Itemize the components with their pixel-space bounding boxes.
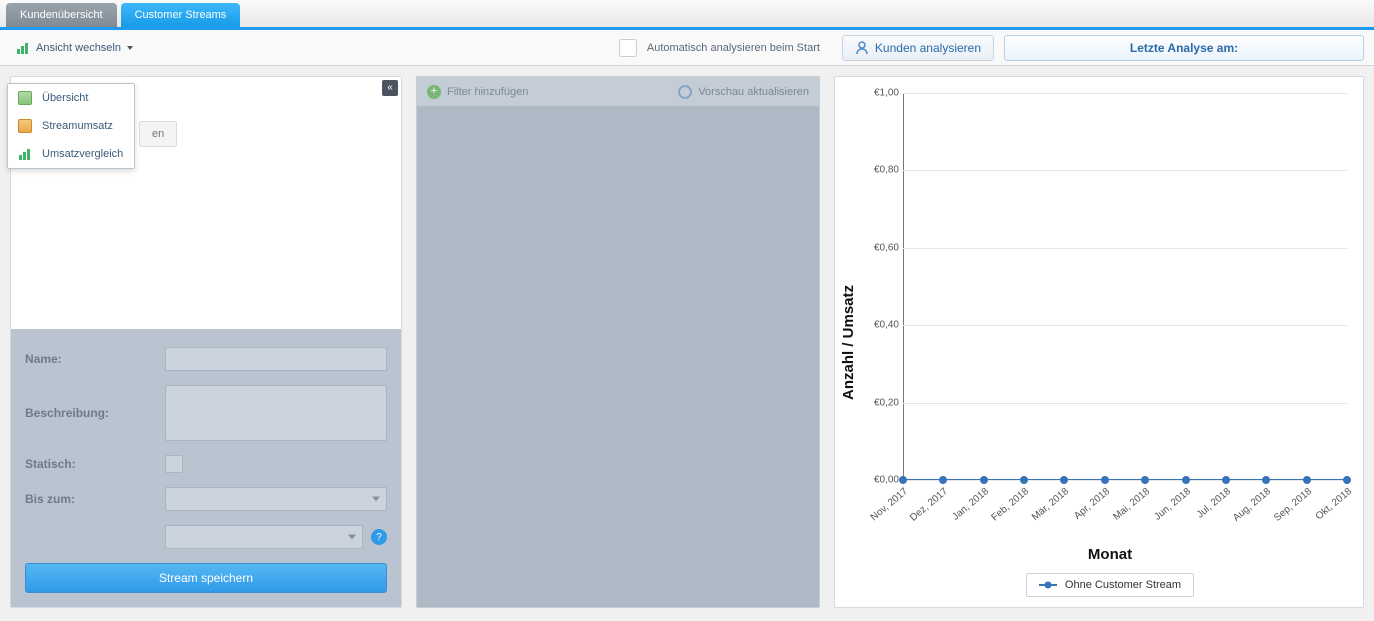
chart-x-ticks: Nov, 2017Dez, 2017Jan, 2018Feb, 2018Mär,… xyxy=(903,480,1347,544)
x-tick-label: Okt, 2018 xyxy=(1314,486,1354,522)
chart-plot-area: €0,00€0,20€0,40€0,60€0,80€1,00 xyxy=(903,93,1347,480)
x-tick-label: Mär, 2018 xyxy=(1030,486,1071,523)
y-tick-label: €0,40 xyxy=(861,320,899,331)
gridline xyxy=(903,93,1347,94)
menu-item-label: Streamumsatz xyxy=(42,120,113,132)
analyze-icon xyxy=(855,41,869,55)
legend-label: Ohne Customer Stream xyxy=(1065,579,1181,591)
auto-analyze-checkbox[interactable] xyxy=(619,39,637,57)
x-tick-label: Feb, 2018 xyxy=(990,486,1032,523)
y-tick-label: €0,20 xyxy=(861,397,899,408)
refresh-preview-label: Vorschau aktualisieren xyxy=(698,86,809,98)
x-tick-label: Apr, 2018 xyxy=(1072,486,1112,522)
filter-panel: + Filter hinzufügen Vorschau aktualisier… xyxy=(416,76,820,608)
add-filter-label: Filter hinzufügen xyxy=(447,86,528,98)
content: en Übersicht Streamumsatz Umsatzvergleic… xyxy=(0,66,1374,618)
stream-list-area: en Übersicht Streamumsatz Umsatzvergleic… xyxy=(11,77,401,329)
chart-y-axis-label: Anzahl / Umsatz xyxy=(841,284,858,399)
bar-chart-icon xyxy=(16,41,30,55)
chart-x-axis-label: Monat xyxy=(863,546,1357,563)
chart-legend: Ohne Customer Stream xyxy=(1026,573,1194,597)
filter-toolbar: + Filter hinzufügen Vorschau aktualisier… xyxy=(417,77,819,107)
x-tick-label: Nov, 2017 xyxy=(869,486,910,523)
name-input[interactable] xyxy=(165,347,387,371)
x-tick-label: Jul, 2018 xyxy=(1195,486,1233,521)
y-tick-label: €1,00 xyxy=(861,88,899,99)
last-analysis-button[interactable]: Letzte Analyse am: xyxy=(1004,35,1364,61)
y-tick-label: €0,60 xyxy=(861,242,899,253)
add-filter-button[interactable]: + Filter hinzufügen xyxy=(427,85,534,99)
tab-customer-overview[interactable]: Kundenübersicht xyxy=(6,3,117,27)
y-axis-line xyxy=(903,93,904,480)
auto-analyze-label: Automatisch analysieren beim Start xyxy=(647,42,820,54)
x-tick-label: Jun, 2018 xyxy=(1152,486,1193,523)
stream-form: Name: Beschreibung: Statisch: Bis zum: ?… xyxy=(11,329,401,607)
tab-customer-streams[interactable]: Customer Streams xyxy=(121,3,241,27)
bar-chart-icon xyxy=(18,147,32,161)
gridline xyxy=(903,248,1347,249)
until-label: Bis zum: xyxy=(25,492,165,506)
line-chart-icon xyxy=(18,119,32,133)
view-switch-dropdown[interactable]: Ansicht wechseln xyxy=(10,37,139,59)
menu-item-stream-revenue[interactable]: Streamumsatz xyxy=(8,112,134,140)
menu-item-label: Übersicht xyxy=(42,92,88,104)
save-stream-button[interactable]: Stream speichern xyxy=(25,563,387,593)
menu-item-overview[interactable]: Übersicht xyxy=(8,84,134,112)
gridline xyxy=(903,170,1347,171)
x-tick-label: Mai, 2018 xyxy=(1112,486,1153,523)
secondary-combo[interactable] xyxy=(165,525,363,549)
collapse-handle[interactable] xyxy=(382,80,398,96)
analyze-customers-button[interactable]: Kunden analysieren xyxy=(842,35,994,61)
chart-panel: Anzahl / Umsatz €0,00€0,20€0,40€0,60€0,8… xyxy=(834,76,1364,608)
menu-item-revenue-compare[interactable]: Umsatzvergleich xyxy=(8,140,134,168)
chevron-down-icon xyxy=(127,46,133,50)
static-label: Statisch: xyxy=(25,457,165,471)
toolbar: Ansicht wechseln Automatisch analysieren… xyxy=(0,30,1374,66)
gridline xyxy=(903,403,1347,404)
x-tick-label: Aug, 2018 xyxy=(1231,486,1273,524)
refresh-icon xyxy=(678,85,692,99)
menu-item-label: Umsatzvergleich xyxy=(42,148,123,160)
gridline xyxy=(903,325,1347,326)
refresh-preview-button[interactable]: Vorschau aktualisieren xyxy=(678,85,809,99)
y-tick-label: €0,00 xyxy=(861,475,899,486)
description-label: Beschreibung: xyxy=(25,406,165,420)
x-tick-label: Jan, 2018 xyxy=(950,486,991,523)
left-panel: en Übersicht Streamumsatz Umsatzvergleic… xyxy=(10,76,402,608)
until-date-combo[interactable] xyxy=(165,487,387,511)
static-checkbox[interactable] xyxy=(165,455,183,473)
help-icon[interactable]: ? xyxy=(371,529,387,545)
x-tick-label: Sep, 2018 xyxy=(1272,486,1314,524)
view-switch-menu: Übersicht Streamumsatz Umsatzvergleich xyxy=(7,83,135,169)
view-switch-label: Ansicht wechseln xyxy=(36,42,121,54)
hidden-tab-fragment[interactable]: en xyxy=(139,121,177,147)
y-tick-label: €0,80 xyxy=(861,165,899,176)
name-label: Name: xyxy=(25,352,165,366)
plus-icon: + xyxy=(427,85,441,99)
grid-icon xyxy=(18,91,32,105)
analyze-label: Kunden analysieren xyxy=(875,41,981,55)
description-textarea[interactable] xyxy=(165,385,387,441)
x-tick-label: Dez, 2017 xyxy=(908,486,950,524)
legend-marker-icon xyxy=(1039,584,1057,586)
tab-bar: Kundenübersicht Customer Streams xyxy=(0,0,1374,30)
